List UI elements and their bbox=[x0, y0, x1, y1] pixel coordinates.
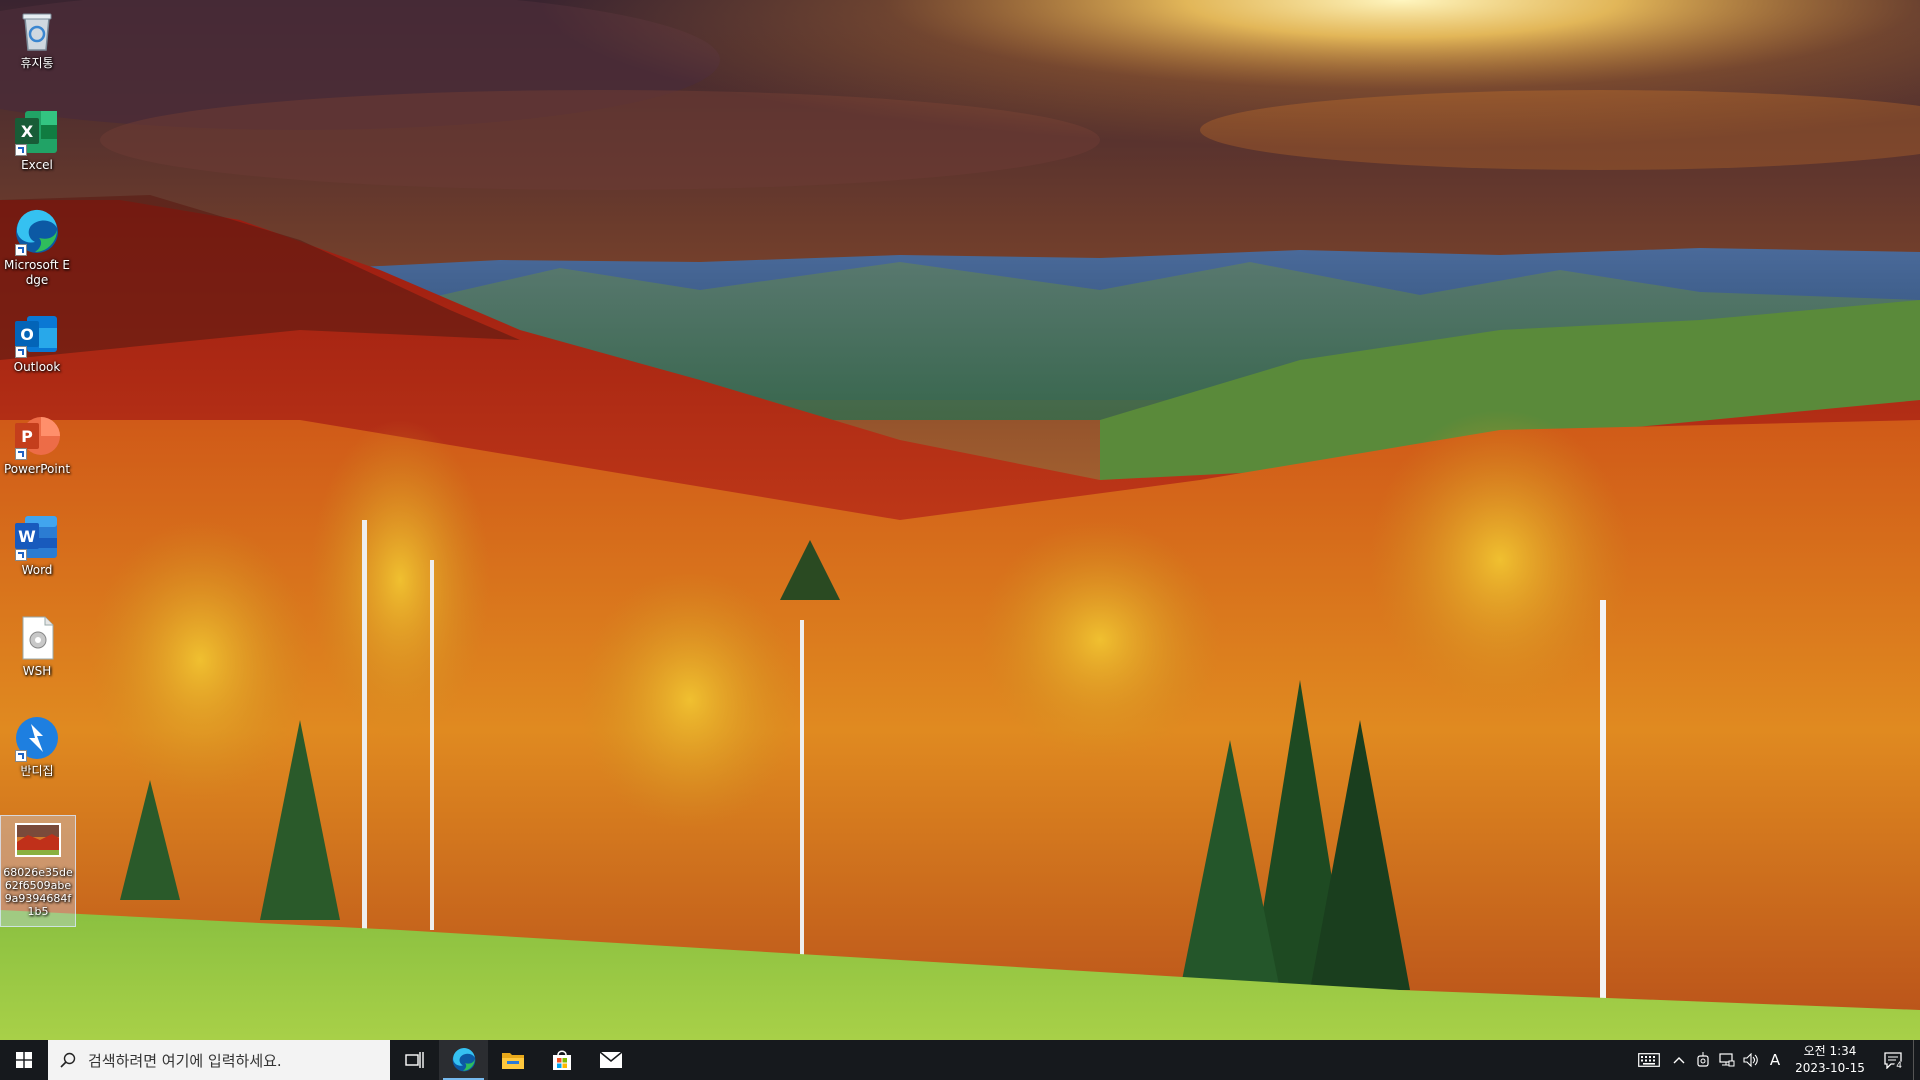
search-icon bbox=[60, 1052, 76, 1068]
desktop-icon-excel[interactable]: X Excel bbox=[0, 108, 74, 173]
excel-icon: X bbox=[13, 108, 61, 156]
desktop-icon-label: 휴지통 bbox=[20, 56, 54, 70]
shortcut-arrow-icon bbox=[15, 448, 27, 460]
outlook-icon: O bbox=[13, 310, 61, 358]
windows-logo-icon bbox=[16, 1052, 32, 1068]
svg-text:W: W bbox=[18, 527, 36, 546]
wsh-file-icon bbox=[13, 614, 61, 662]
folder-icon bbox=[501, 1053, 524, 1069]
keyboard-icon bbox=[1638, 1053, 1660, 1067]
desktop-icon-bandizip[interactable]: 반디집 bbox=[0, 714, 74, 779]
notification-count-badge: 4 bbox=[1894, 1061, 1904, 1072]
ime-indicator[interactable]: A bbox=[1763, 1040, 1787, 1080]
search-placeholder: 검색하려면 여기에 입력하세요. bbox=[88, 1051, 282, 1070]
wallpaper-image bbox=[0, 0, 1920, 1040]
start-button[interactable] bbox=[0, 1040, 48, 1080]
task-view-icon bbox=[404, 1052, 424, 1068]
desktop[interactable]: 휴지통 X Excel Microsoft Edge O Outlook P P… bbox=[0, 0, 1920, 1080]
shortcut-arrow-icon bbox=[15, 144, 27, 156]
desktop-icon-label: Word bbox=[21, 563, 53, 577]
mail-icon bbox=[599, 1051, 622, 1068]
svg-text:O: O bbox=[20, 325, 34, 344]
shortcut-arrow-icon bbox=[15, 750, 27, 762]
shortcut-arrow-icon bbox=[15, 244, 27, 256]
desktop-icon-label: 반디집 bbox=[20, 764, 54, 778]
desktop-icon-outlook[interactable]: O Outlook bbox=[0, 310, 74, 375]
touch-keyboard-button[interactable] bbox=[1631, 1040, 1667, 1080]
taskbar-search-box[interactable]: 검색하려면 여기에 입력하세요. bbox=[48, 1040, 390, 1080]
edge-icon bbox=[13, 208, 61, 256]
desktop-icon-word[interactable]: W Word bbox=[0, 513, 74, 578]
word-icon: W bbox=[13, 513, 61, 561]
recycle-bin-icon bbox=[13, 6, 61, 54]
network-button[interactable] bbox=[1715, 1040, 1739, 1080]
desktop-icon-label: WSH bbox=[22, 664, 52, 678]
taskbar: 검색하려면 여기에 입력하세요. A 오전 1:34 2023-10-15 4 bbox=[0, 1040, 1920, 1080]
desktop-icon-edge[interactable]: Microsoft Edge bbox=[0, 208, 74, 288]
chevron-up-icon bbox=[1673, 1057, 1685, 1064]
desktop-icon-recycle-bin[interactable]: 휴지통 bbox=[0, 6, 74, 71]
show-desktop-button[interactable] bbox=[1913, 1040, 1920, 1080]
svg-text:X: X bbox=[21, 122, 34, 141]
volume-icon bbox=[1743, 1053, 1758, 1067]
device-icon bbox=[1697, 1052, 1709, 1067]
clock-time: 오전 1:34 bbox=[1803, 1044, 1857, 1058]
task-view-button[interactable] bbox=[390, 1040, 439, 1080]
clock[interactable]: 오전 1:34 2023-10-15 bbox=[1791, 1043, 1869, 1077]
image-file-icon bbox=[14, 816, 62, 864]
desktop-icon-label: Excel bbox=[21, 158, 53, 172]
network-icon bbox=[1719, 1053, 1735, 1067]
store-icon bbox=[552, 1050, 571, 1070]
volume-button[interactable] bbox=[1739, 1040, 1763, 1080]
taskbar-store-button[interactable] bbox=[537, 1040, 586, 1080]
shortcut-arrow-icon bbox=[15, 549, 27, 561]
desktop-icon-label: PowerPoint bbox=[3, 462, 71, 476]
taskbar-file-explorer-button[interactable] bbox=[488, 1040, 537, 1080]
desktop-icon-label: 68026e35de62f6509abe9a9394684f1b5 bbox=[3, 866, 73, 918]
taskbar-mail-button[interactable] bbox=[586, 1040, 635, 1080]
show-hidden-icons-button[interactable] bbox=[1667, 1040, 1691, 1080]
svg-text:P: P bbox=[21, 427, 33, 446]
edge-icon bbox=[452, 1048, 475, 1072]
bandizip-icon bbox=[13, 714, 61, 762]
desktop-icon-wsh[interactable]: WSH bbox=[0, 614, 74, 679]
tray-device-button[interactable] bbox=[1691, 1040, 1715, 1080]
powerpoint-icon: P bbox=[13, 412, 61, 460]
desktop-icon-image-file[interactable]: 68026e35de62f6509abe9a9394684f1b5 bbox=[0, 815, 76, 927]
shortcut-arrow-icon bbox=[15, 346, 27, 358]
action-center-button[interactable]: 4 bbox=[1873, 1040, 1913, 1080]
desktop-icon-label: Outlook bbox=[13, 360, 61, 374]
desktop-icon-powerpoint[interactable]: P PowerPoint bbox=[0, 412, 74, 477]
taskbar-edge-button[interactable] bbox=[439, 1040, 488, 1080]
system-tray: A 오전 1:34 2023-10-15 4 bbox=[1631, 1040, 1920, 1080]
clock-date: 2023-10-15 bbox=[1795, 1061, 1865, 1075]
desktop-icon-label: Microsoft Edge bbox=[3, 258, 70, 287]
